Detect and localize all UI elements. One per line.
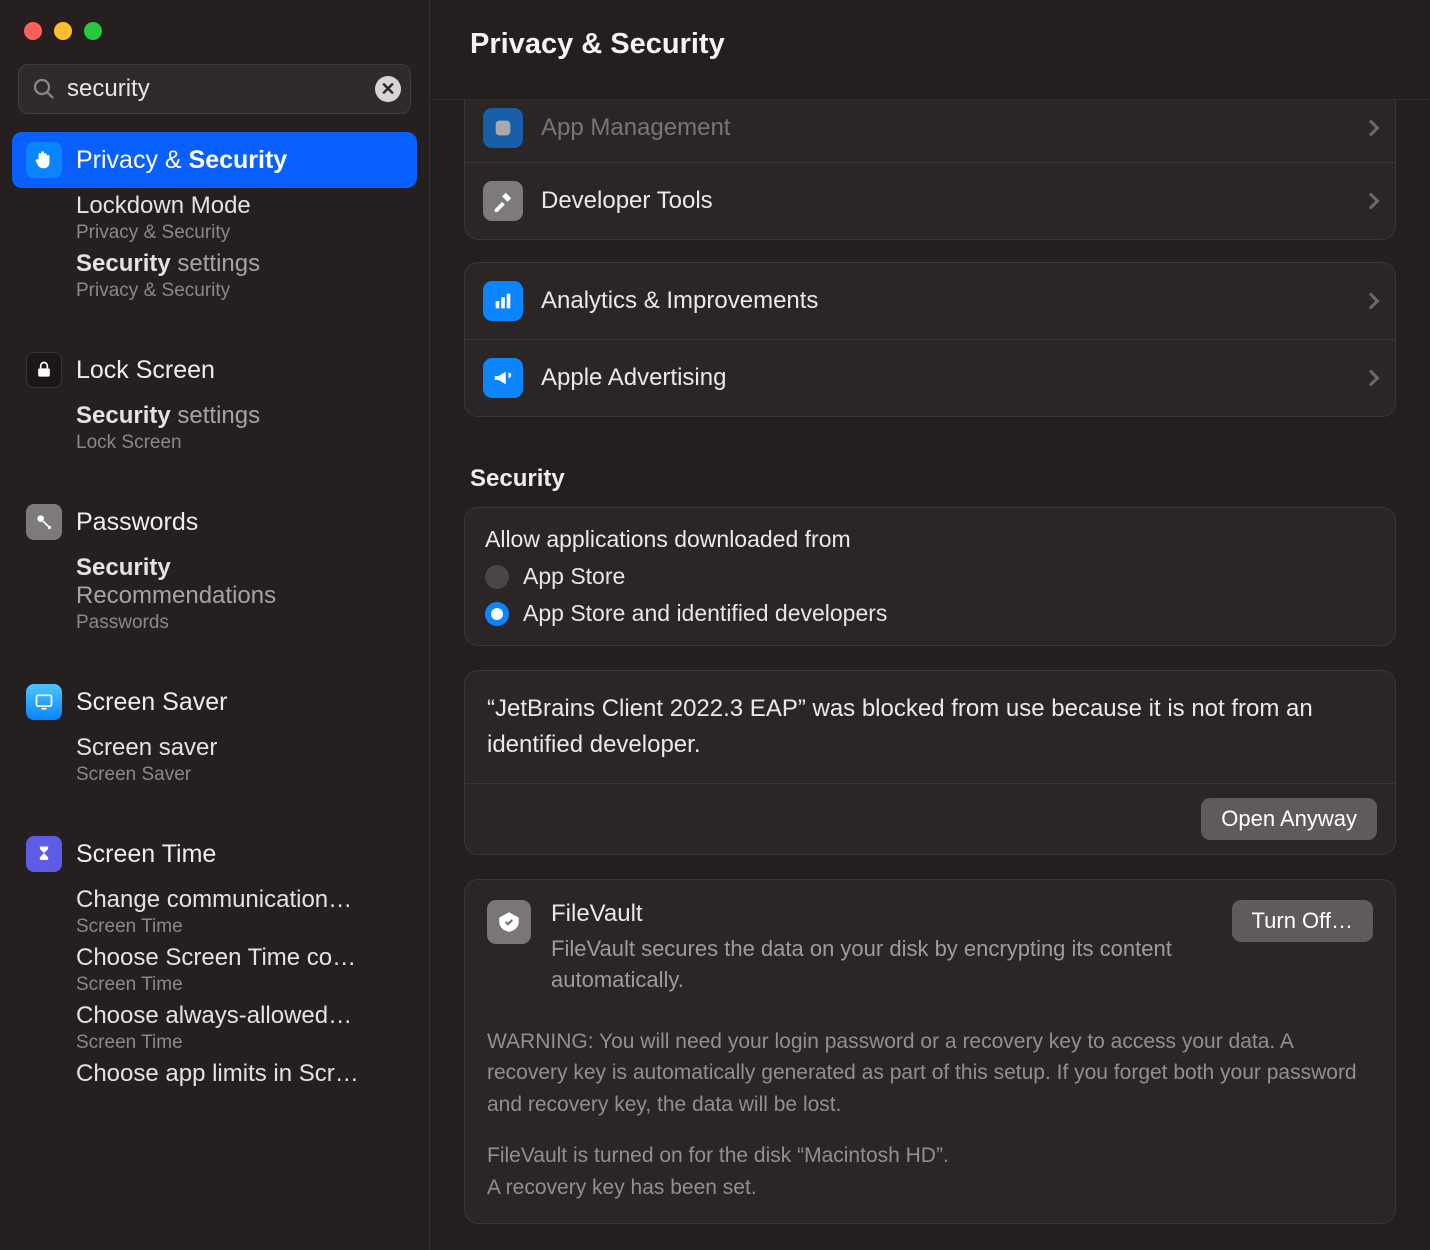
key-icon — [26, 504, 62, 540]
open-anyway-button[interactable]: Open Anyway — [1201, 798, 1377, 840]
row-label: Analytics & Improvements — [541, 287, 1347, 315]
chevron-right-icon — [1363, 120, 1380, 137]
result-title: Change communication… — [76, 886, 403, 914]
sidebar-item-screen-saver[interactable]: Screen Saver — [12, 674, 417, 730]
minimize-icon[interactable] — [54, 22, 72, 40]
security-heading: Security — [470, 465, 1396, 493]
search-result-choose-always-allowed[interactable]: Choose always-allowed… Screen Time — [12, 998, 417, 1056]
row-label: App Management — [541, 114, 1347, 142]
result-title-part1: Security — [76, 554, 171, 581]
blocked-app-message: “JetBrains Client 2022.3 EAP” was blocke… — [465, 671, 1395, 784]
page-title: Privacy & Security — [470, 28, 725, 61]
search-result-screen-saver[interactable]: Screen saver Screen Saver — [12, 730, 417, 788]
sidebar-item-privacy-security[interactable]: Privacy & Security — [12, 132, 417, 188]
lock-icon — [26, 352, 62, 388]
chevron-right-icon — [1363, 193, 1380, 210]
sidebar-item-label: Passwords — [76, 508, 198, 537]
result-title: Screen saver — [76, 734, 403, 762]
filevault-turn-off-button[interactable]: Turn Off… — [1232, 900, 1373, 942]
result-title-part2: Recommendations — [76, 582, 403, 610]
search-result-choose-app-limits[interactable]: Choose app limits in Scr… — [12, 1056, 417, 1090]
result-title: Choose always-allowed… — [76, 1002, 403, 1030]
app-management-icon — [483, 108, 523, 148]
result-path: Screen Time — [76, 974, 403, 996]
sidebar-item-lock-screen[interactable]: Lock Screen — [12, 342, 417, 398]
row-label: Apple Advertising — [541, 364, 1347, 392]
screensaver-icon — [26, 684, 62, 720]
filevault-card: FileVault FileVault secures the data on … — [464, 879, 1396, 1224]
radio-label: App Store and identified developers — [523, 600, 887, 627]
sidebar-item-label: Lock Screen — [76, 356, 215, 385]
radio-label: App Store — [523, 563, 625, 590]
row-analytics[interactable]: Analytics & Improvements — [465, 263, 1395, 340]
row-label: Developer Tools — [541, 187, 1347, 215]
sidebar-item-passwords[interactable]: Passwords — [12, 494, 417, 550]
radio-app-store-identified[interactable]: App Store and identified developers — [485, 600, 1375, 627]
sidebar-item-label: Screen Time — [76, 840, 216, 869]
filevault-title: FileVault — [551, 900, 1212, 928]
list-card-top: App Management Developer Tools — [464, 100, 1396, 240]
radio-app-store[interactable]: App Store — [485, 563, 1375, 590]
result-path: Lock Screen — [76, 432, 403, 454]
allow-applications-label: Allow applications downloaded from — [485, 526, 1375, 553]
bar-chart-icon — [483, 281, 523, 321]
result-title: Lockdown Mode — [76, 192, 403, 220]
radio-indicator-off-icon — [485, 565, 509, 589]
hand-icon — [26, 142, 62, 178]
megaphone-icon — [483, 358, 523, 398]
result-path: Passwords — [76, 612, 403, 634]
sidebar: ✕ Privacy & Security Lockdown Mode Priva… — [0, 0, 430, 1250]
result-path: Screen Saver — [76, 764, 403, 786]
filevault-description: FileVault secures the data on your disk … — [551, 934, 1212, 996]
hammer-icon — [483, 181, 523, 221]
search-result-change-communication[interactable]: Change communication… Screen Time — [12, 882, 417, 940]
clear-search-button[interactable]: ✕ — [375, 76, 401, 102]
row-app-management[interactable]: App Management — [465, 100, 1395, 163]
search-field: ✕ — [18, 64, 411, 114]
result-path: Screen Time — [76, 1032, 403, 1054]
radio-indicator-on-icon — [485, 602, 509, 626]
result-title: Security settings — [76, 250, 403, 278]
search-result-security-settings-lock[interactable]: Security settings Lock Screen — [12, 398, 417, 456]
filevault-status: FileVault is turned on for the disk “Mac… — [487, 1140, 1373, 1203]
search-icon — [32, 77, 56, 101]
content-scroll[interactable]: App Management Developer Tools Analyt — [430, 100, 1430, 1250]
sidebar-item-screen-time[interactable]: Screen Time — [12, 826, 417, 882]
search-result-choose-screentime-content[interactable]: Choose Screen Time co… Screen Time — [12, 940, 417, 998]
chevron-right-icon — [1363, 293, 1380, 310]
system-settings-window: ✕ Privacy & Security Lockdown Mode Priva… — [0, 0, 1430, 1250]
row-apple-advertising[interactable]: Apple Advertising — [465, 340, 1395, 416]
blocked-app-card: “JetBrains Client 2022.3 EAP” was blocke… — [464, 670, 1396, 855]
search-results: Privacy & Security Lockdown Mode Privacy… — [0, 132, 429, 1090]
close-icon[interactable] — [24, 22, 42, 40]
result-title: Security settings — [76, 402, 403, 430]
window-controls — [0, 18, 429, 64]
allow-applications-card: Allow applications downloaded from App S… — [464, 507, 1396, 646]
search-result-security-recommendations[interactable]: Security Recommendations Passwords — [12, 550, 417, 636]
sidebar-item-label: Privacy & Security — [76, 146, 287, 175]
hourglass-icon — [26, 836, 62, 872]
result-path: Privacy & Security — [76, 280, 403, 302]
sidebar-item-label: Screen Saver — [76, 688, 227, 717]
list-card-mid: Analytics & Improvements Apple Advertisi… — [464, 262, 1396, 417]
search-input[interactable] — [18, 64, 411, 114]
filevault-icon — [487, 900, 531, 944]
maximize-icon[interactable] — [84, 22, 102, 40]
row-developer-tools[interactable]: Developer Tools — [465, 163, 1395, 239]
search-result-lockdown-mode[interactable]: Lockdown Mode Privacy & Security — [12, 188, 417, 246]
result-title: Choose Screen Time co… — [76, 944, 403, 972]
chevron-right-icon — [1363, 370, 1380, 387]
result-path: Privacy & Security — [76, 222, 403, 244]
filevault-warning: WARNING: You will need your login passwo… — [487, 1026, 1373, 1121]
main-panel: Privacy & Security App Management Develo… — [430, 0, 1430, 1250]
titlebar: Privacy & Security — [430, 0, 1430, 100]
result-title: Choose app limits in Scr… — [76, 1060, 403, 1088]
search-result-security-settings-privacy[interactable]: Security settings Privacy & Security — [12, 246, 417, 304]
result-path: Screen Time — [76, 916, 403, 938]
